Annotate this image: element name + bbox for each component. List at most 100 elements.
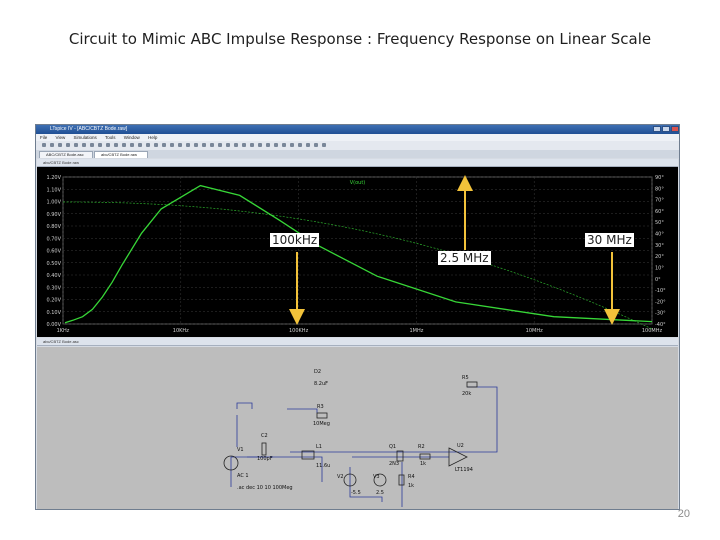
toolbar-button[interactable]: [146, 143, 150, 147]
toolbar-button[interactable]: [234, 143, 238, 147]
toolbar-button[interactable]: [138, 143, 142, 147]
bode-plot-svg: 1.20V 1.10V 1.00V 0.90V 0.80V 0.70V 0.60V 0.50V…: [46, 175, 666, 334]
y-tick-label: 0.40V: [46, 273, 61, 279]
waveform-plot[interactable]: 1.20V 1.10V 1.00V 0.90V 0.80V 0.70V 0.60V 0.50V…: [37, 167, 678, 337]
toolbar-button[interactable]: [282, 143, 286, 147]
y2-tick-label: 10°: [655, 265, 664, 271]
toolbar-button[interactable]: [66, 143, 70, 147]
menu-view[interactable]: View: [56, 135, 66, 140]
toolbar-button[interactable]: [314, 143, 318, 147]
toolbar-button[interactable]: [178, 143, 182, 147]
toolbar-button[interactable]: [130, 143, 134, 147]
c2-capacitor-symbol[interactable]: [261, 442, 267, 456]
x-tick-label: 10KHz: [173, 328, 189, 334]
toolbar-button[interactable]: [298, 143, 302, 147]
r5-ref: R5: [462, 375, 469, 381]
toolbar-button[interactable]: [106, 143, 110, 147]
y2-tick-label: 70°: [655, 198, 664, 204]
wire: [236, 402, 253, 409]
magnitude-trace: [64, 184, 653, 324]
toolbar-button[interactable]: [250, 143, 254, 147]
ac-directive[interactable]: .ac dec 10 10 100Meg: [237, 485, 293, 491]
toolbar-button[interactable]: [154, 143, 158, 147]
annotation-100khz: 100kHz: [270, 233, 320, 247]
tab-schematic[interactable]: ABC/CBTZ Bode.asc: [39, 151, 93, 158]
r4-value: 1k: [408, 483, 414, 489]
y2-tick-label: 60°: [655, 209, 664, 215]
toolbar-button[interactable]: [242, 143, 246, 147]
ltspice-window: LTspice IV - [ABC/CBTZ Bode.raw] File Vi…: [35, 124, 680, 510]
toolbar-button[interactable]: [258, 143, 262, 147]
x-tick-label: 10MHz: [526, 328, 543, 334]
toolbar-button[interactable]: [218, 143, 222, 147]
toolbar-button[interactable]: [186, 143, 190, 147]
window-titlebar[interactable]: LTspice IV - [ABC/CBTZ Bode.raw]: [36, 125, 679, 134]
minimize-icon[interactable]: [653, 126, 661, 132]
y-tick-label: 0.90V: [46, 212, 61, 218]
menu-simulations[interactable]: Simulations: [73, 135, 96, 140]
v2-ref: V2: [337, 474, 344, 480]
menu-tools[interactable]: Tools: [105, 135, 116, 140]
v1-ref: V1: [237, 447, 244, 453]
toolbar-button[interactable]: [42, 143, 46, 147]
slide-title: Circuit to Mimic ABC Impulse Response : …: [68, 30, 652, 48]
r3-resistor-symbol[interactable]: [316, 412, 328, 419]
r2-resistor-symbol[interactable]: [419, 453, 431, 460]
maximize-icon[interactable]: [662, 126, 670, 132]
r3-ref: R3: [317, 404, 324, 410]
q1-transistor-symbol[interactable]: [396, 450, 404, 462]
menu-bar: File View Simulations Tools Window Help: [36, 134, 679, 141]
y2-tick-label: 90°: [655, 175, 664, 181]
toolbar-button[interactable]: [74, 143, 78, 147]
schematic-pane-header[interactable]: abc/CBTZ Bode.asc: [37, 338, 678, 346]
r5-value: 20k: [462, 391, 471, 397]
toolbar-button[interactable]: [162, 143, 166, 147]
v3-ref: V3: [373, 474, 380, 480]
schematic-pane-title: abc/CBTZ Bode.asc: [43, 339, 79, 344]
toolbar-button[interactable]: [306, 143, 310, 147]
close-icon[interactable]: [671, 126, 679, 132]
d2-ref: D2: [314, 369, 321, 375]
menu-file[interactable]: File: [40, 135, 47, 140]
toolbar-button[interactable]: [210, 143, 214, 147]
toolbar-button[interactable]: [194, 143, 198, 147]
toolbar-button[interactable]: [170, 143, 174, 147]
u2-opamp-symbol[interactable]: [448, 447, 468, 467]
r2-value: 1k: [420, 461, 426, 467]
annotation-2p5mhz: 2.5 MHz: [438, 251, 491, 265]
toolbar-button[interactable]: [266, 143, 270, 147]
r5-resistor-symbol[interactable]: [466, 381, 478, 388]
q1-value: 2N3: [389, 461, 399, 467]
toolbar-button[interactable]: [114, 143, 118, 147]
y-tick-label: 1.20V: [46, 175, 61, 181]
toolbar-button[interactable]: [202, 143, 206, 147]
y2-tick-label: 40°: [655, 232, 664, 238]
toolbar-button[interactable]: [98, 143, 102, 147]
c2-value: 100pF: [257, 456, 273, 462]
toolbar-button[interactable]: [82, 143, 86, 147]
v2-value: -5.5: [351, 490, 361, 496]
y-tick-label: 0.80V: [46, 224, 61, 230]
toolbar-button[interactable]: [290, 143, 294, 147]
toolbar-button[interactable]: [50, 143, 54, 147]
x-tick-label: 1KHz: [57, 328, 70, 334]
toolbar-button[interactable]: [226, 143, 230, 147]
y2-tick-label: -10°: [655, 288, 666, 294]
menu-window[interactable]: Window: [124, 135, 140, 140]
c2-ref: C2: [261, 433, 268, 439]
menu-help[interactable]: Help: [148, 135, 157, 140]
toolbar-button[interactable]: [58, 143, 62, 147]
tab-waveform[interactable]: abc/CBTZ Bode.raw: [94, 151, 148, 158]
waveform-pane-header[interactable]: abc/CBTZ Bode.raw: [37, 159, 678, 167]
toolbar-button[interactable]: [122, 143, 126, 147]
schematic-svg: D2 8.2uF R3 10Meg C2 100pF V1 AC 1 L1 11…: [223, 369, 498, 507]
r4-resistor-symbol[interactable]: [398, 474, 405, 486]
schematic-editor[interactable]: D2 8.2uF R3 10Meg C2 100pF V1 AC 1 L1 11…: [37, 347, 678, 509]
toolbar-button[interactable]: [322, 143, 326, 147]
toolbar-button[interactable]: [274, 143, 278, 147]
toolbar-button[interactable]: [90, 143, 94, 147]
window-title: LTspice IV - [ABC/CBTZ Bode.raw]: [50, 126, 128, 132]
y-tick-label: 0.30V: [46, 285, 61, 291]
y-tick-label: 0.70V: [46, 236, 61, 242]
slide-number: 20: [677, 508, 690, 520]
